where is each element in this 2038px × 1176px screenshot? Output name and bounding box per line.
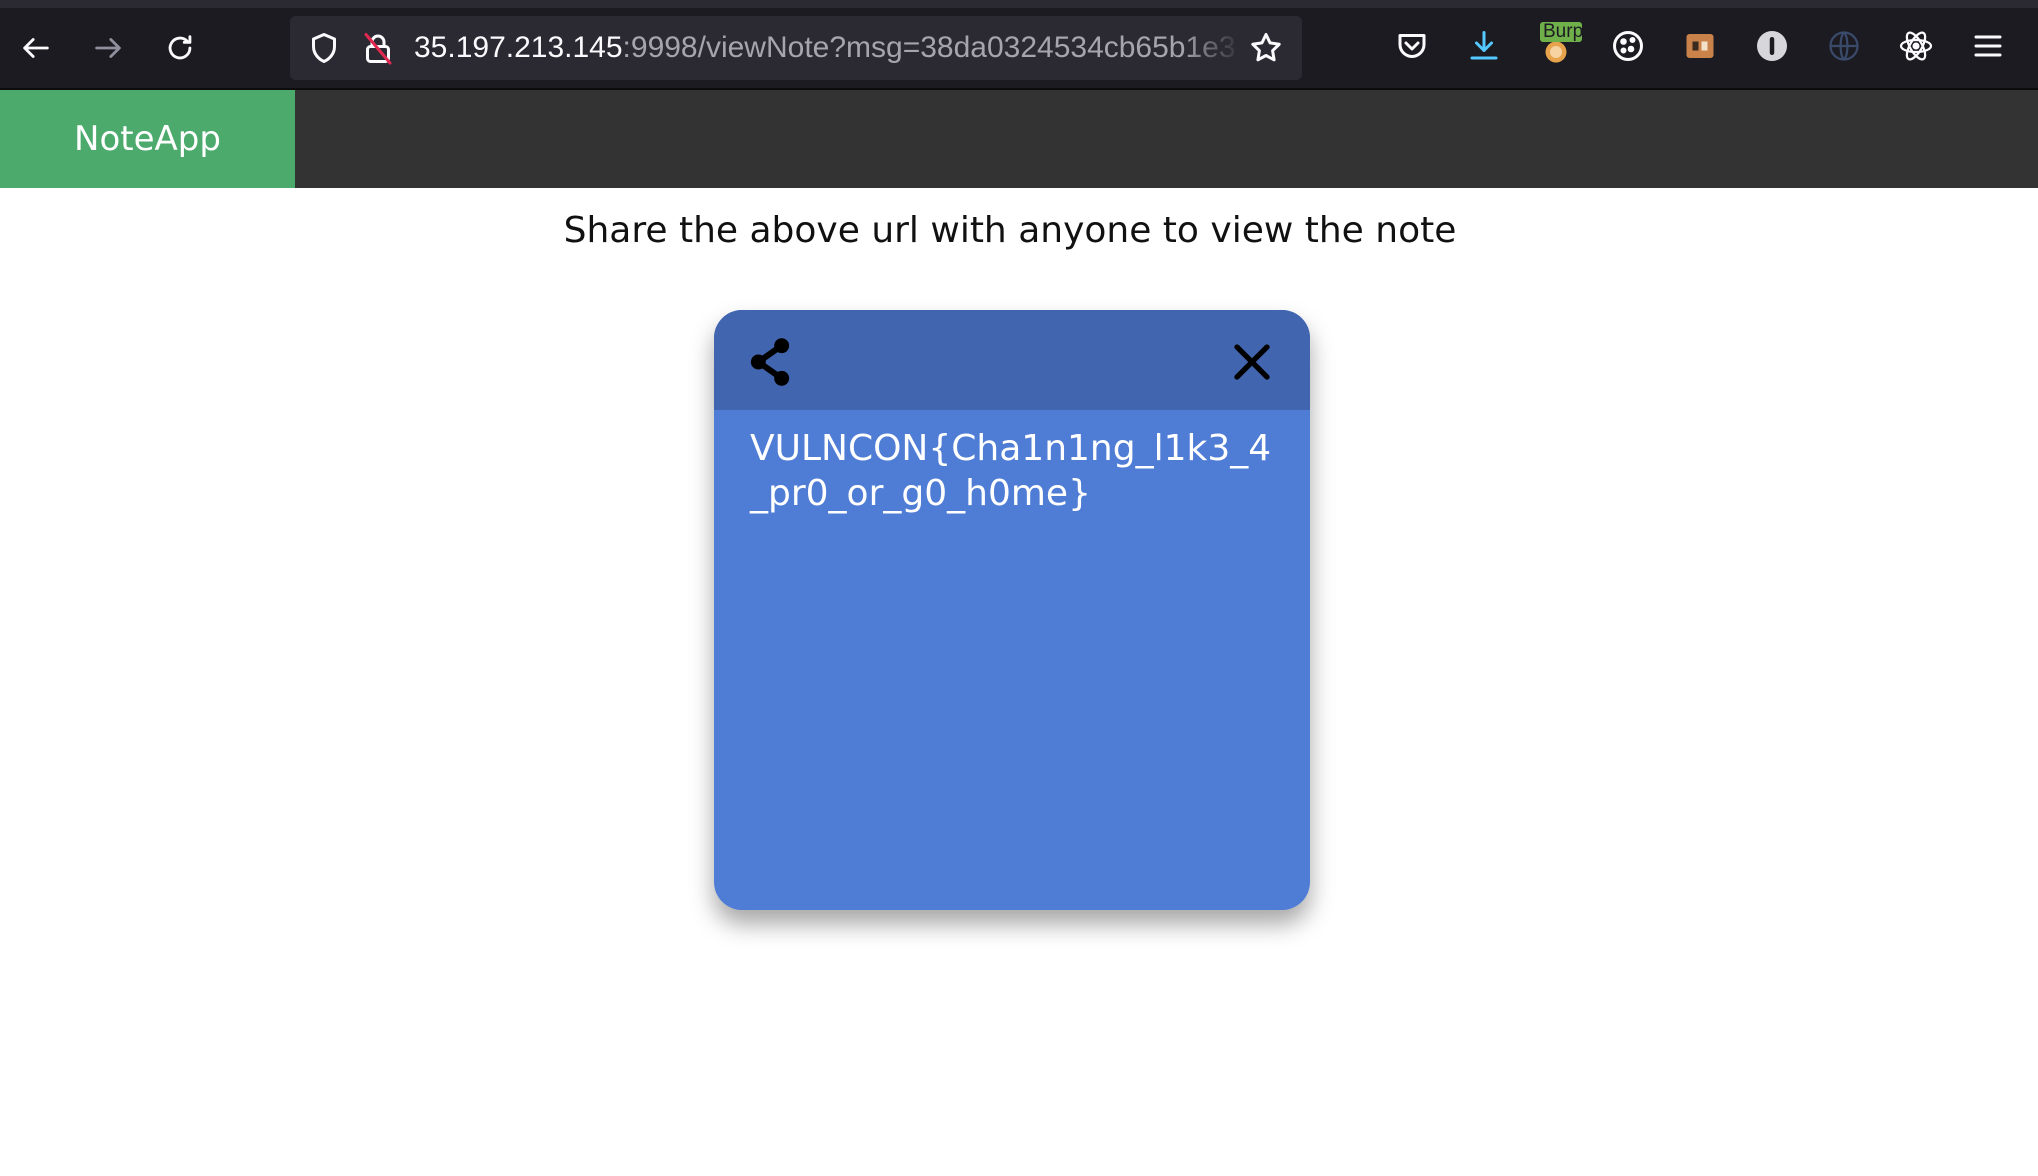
browser-toolbar: 35.197.213.145:9998/viewNote?msg=38da032… bbox=[0, 0, 2038, 90]
browser-tabstrip-edge bbox=[0, 0, 2038, 8]
info-extension-button[interactable] bbox=[1752, 26, 1792, 66]
back-button[interactable] bbox=[13, 25, 59, 71]
url-host: 35.197.213.145 bbox=[414, 31, 623, 64]
globe-icon bbox=[1829, 31, 1859, 61]
app-navbar: NoteApp bbox=[0, 90, 2038, 188]
share-instructions: Share the above url with anyone to view … bbox=[563, 210, 1457, 251]
bookmark-star-icon[interactable] bbox=[1248, 30, 1284, 66]
extension-button[interactable] bbox=[1680, 26, 1720, 66]
forward-icon bbox=[95, 38, 121, 58]
reload-icon bbox=[168, 35, 192, 60]
note-header bbox=[714, 310, 1310, 410]
insecure-lock-icon[interactable] bbox=[360, 30, 396, 66]
info-icon bbox=[1757, 31, 1787, 61]
note-card: VULNCON{Cha1n1ng_l1k3_4_pr0_or_g0_h0me} bbox=[714, 310, 1310, 910]
close-icon[interactable] bbox=[1232, 342, 1272, 382]
react-devtools-icon bbox=[1899, 31, 1933, 61]
extension-icon bbox=[1686, 34, 1714, 58]
download-icon bbox=[1470, 31, 1498, 60]
share-icon[interactable] bbox=[742, 334, 798, 390]
url-bar[interactable]: 35.197.213.145:9998/viewNote?msg=38da032… bbox=[290, 16, 1302, 80]
react-devtools-button[interactable] bbox=[1896, 26, 1936, 66]
url-path: :9998/viewNote?msg=38da0324534cb65b1e3be bbox=[622, 31, 1234, 64]
note-content: VULNCON{Cha1n1ng_l1k3_4_pr0_or_g0_h0me} bbox=[750, 428, 1272, 514]
reload-button[interactable] bbox=[157, 25, 203, 71]
shield-icon[interactable] bbox=[306, 30, 342, 66]
pocket-button[interactable] bbox=[1392, 26, 1432, 66]
cookie-extension-button[interactable] bbox=[1608, 26, 1648, 66]
brand-link[interactable]: NoteApp bbox=[0, 90, 295, 188]
forward-button[interactable] bbox=[85, 25, 131, 71]
burp-badge: Burp bbox=[1540, 22, 1582, 42]
url-fade bbox=[1182, 16, 1242, 80]
pocket-icon bbox=[1398, 34, 1426, 58]
menu-icon bbox=[1974, 35, 2002, 57]
globe-extension-button[interactable] bbox=[1824, 26, 1864, 66]
cookie-icon bbox=[1613, 31, 1643, 61]
downloads-button[interactable] bbox=[1464, 26, 1504, 66]
back-icon bbox=[23, 38, 49, 58]
menu-button[interactable] bbox=[1968, 26, 2008, 66]
url-text[interactable]: 35.197.213.145:9998/viewNote?msg=38da032… bbox=[414, 16, 1234, 80]
